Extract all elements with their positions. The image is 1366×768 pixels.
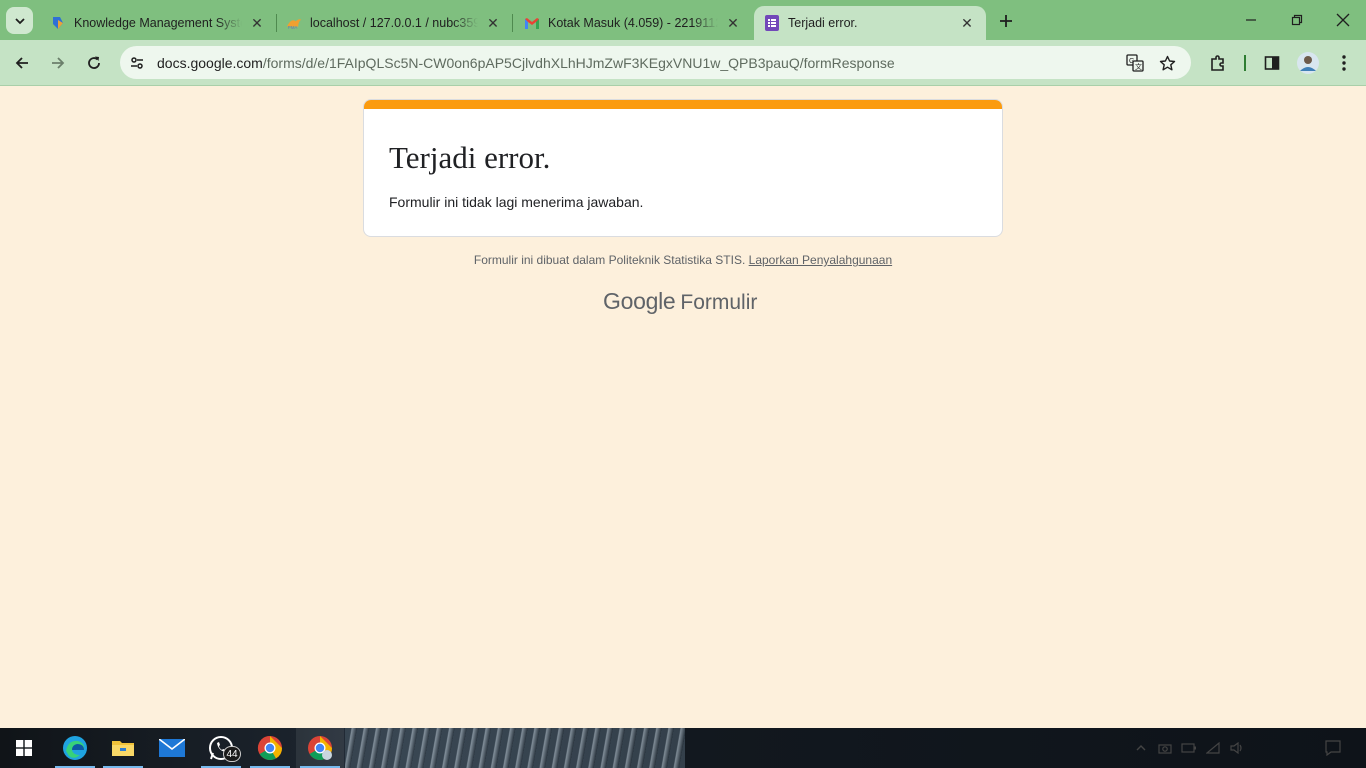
start-button[interactable] (0, 728, 48, 768)
form-footer-note: Formulir ini dibuat dalam Politeknik Sta… (0, 253, 1366, 267)
taskbar-wallpaper (345, 728, 685, 768)
minimize-button[interactable] (1228, 0, 1274, 40)
close-icon[interactable]: ✕ (484, 14, 502, 32)
restore-button[interactable] (1274, 0, 1320, 40)
puzzle-icon (1211, 55, 1224, 71)
forms-wordmark: Formulir (680, 291, 758, 314)
phpmyadmin-favicon: PMA (286, 15, 302, 31)
forward-button[interactable] (44, 49, 72, 77)
notification-center-button[interactable] (1325, 740, 1341, 756)
chevron-down-icon (14, 17, 25, 24)
notification-icon (1325, 740, 1341, 756)
back-button[interactable] (8, 49, 36, 77)
svg-text:PMA: PMA (288, 25, 298, 30)
chrome-icon (308, 736, 332, 761)
taskbar-chrome-profile[interactable] (296, 728, 344, 768)
reload-button[interactable] (80, 49, 108, 77)
tab-knowledge-management[interactable]: Knowledge Management System ✕ (40, 6, 277, 40)
restore-icon (1291, 14, 1303, 26)
chrome-icon (257, 736, 282, 761)
address-bar[interactable]: docs.google.com/forms/d/e/1FAIpQLSc5N-CW… (120, 46, 1191, 79)
google-wordmark: Google (603, 288, 676, 314)
google-forms-favicon (764, 15, 780, 31)
taskbar-chrome[interactable] (246, 728, 294, 768)
error-message: Formulir ini tidak lagi menerima jawaban… (389, 194, 644, 210)
taskbar-mail[interactable] (148, 728, 196, 768)
error-card: Terjadi error. Formulir ini tidak lagi m… (363, 99, 1003, 237)
minimize-icon (1246, 19, 1256, 21)
card-accent-bar (364, 100, 1002, 109)
camera-icon (1158, 744, 1172, 754)
tab-terjadi-error[interactable]: Terjadi error. ✕ (754, 6, 986, 40)
reload-icon (88, 56, 100, 69)
close-icon[interactable]: ✕ (958, 14, 976, 32)
extensions-button[interactable] (1204, 49, 1232, 77)
tray-volume[interactable] (1229, 740, 1245, 756)
more-vertical-icon (1342, 55, 1346, 71)
plus-icon (1000, 15, 1012, 27)
tab-search-button[interactable] (6, 7, 33, 34)
tab-title: Kotak Masuk (4.059) - 221911234 (548, 16, 718, 30)
wifi-icon (1206, 742, 1220, 754)
new-tab-button[interactable] (994, 10, 1018, 32)
toolbar-divider (1244, 55, 1246, 71)
close-icon[interactable]: ✕ (724, 14, 742, 32)
taskbar-file-explorer[interactable] (99, 728, 147, 768)
tray-battery[interactable] (1181, 740, 1197, 756)
close-icon[interactable]: ✕ (248, 14, 266, 32)
battery-icon (1181, 743, 1196, 753)
tray-network[interactable] (1205, 740, 1221, 756)
windows-logo-icon (16, 740, 32, 756)
side-panel-button[interactable] (1258, 49, 1286, 77)
tray-overflow-button[interactable] (1133, 740, 1149, 756)
avatar-icon (1297, 52, 1319, 74)
url-path: /forms/d/e/1FAIpQLSc5N-CW0on6pAP5CjlvdhX… (262, 54, 895, 71)
profile-avatar[interactable] (1294, 49, 1322, 77)
tray-camera[interactable] (1157, 740, 1173, 756)
notification-badge: 44 (223, 746, 241, 762)
mail-icon (159, 739, 185, 757)
star-icon (1159, 55, 1175, 70)
browser-toolbar: docs.google.com/forms/d/e/1FAIpQLSc5N-CW… (0, 40, 1366, 86)
tab-title: Terjadi error. (788, 16, 858, 30)
tab-title: localhost / 127.0.0.1 / nubc3594 (310, 16, 478, 30)
side-panel-icon (1264, 56, 1280, 70)
chevron-up-icon (1136, 745, 1146, 751)
tab-separator (512, 14, 513, 32)
url-host: docs.google.com (157, 54, 263, 71)
tab-phpmyadmin[interactable]: PMA localhost / 127.0.0.1 / nubc3594 ✕ (276, 6, 513, 40)
folder-icon (112, 741, 134, 756)
windows-taskbar: 44 (0, 728, 1366, 768)
report-abuse-link[interactable]: Laporkan Penyalahgunaan (749, 253, 892, 267)
footer-text: Formulir ini dibuat dalam Politeknik Sta… (473, 253, 749, 267)
page-title: Terjadi error. (389, 140, 551, 175)
taskbar-whatsapp[interactable]: 44 (197, 728, 245, 768)
speaker-icon (1230, 742, 1242, 754)
tune-icon (131, 56, 143, 69)
arrow-right-icon (52, 57, 65, 69)
taskbar-edge[interactable] (51, 728, 99, 768)
svg-text:文: 文 (1135, 62, 1142, 71)
close-icon (1336, 13, 1350, 27)
tab-gmail[interactable]: Kotak Masuk (4.059) - 221911234 ✕ (514, 6, 752, 40)
close-window-button[interactable] (1320, 0, 1366, 40)
site-info-button[interactable] (124, 50, 150, 76)
tab-strip: Knowledge Management System ✕ PMA localh… (0, 0, 1366, 40)
google-forms-logo[interactable]: Google Formulir (603, 288, 757, 316)
gmail-favicon (524, 15, 540, 31)
tab-title: Knowledge Management System (74, 16, 242, 30)
translate-icon: G文 (1126, 54, 1144, 72)
browser-menu-button[interactable] (1330, 49, 1358, 77)
edge-icon (63, 736, 87, 760)
arrow-left-icon (15, 57, 28, 69)
url-text[interactable]: docs.google.com/forms/d/e/1FAIpQLSc5N-CW… (157, 55, 895, 71)
kms-favicon (50, 15, 66, 31)
bookmark-button[interactable] (1154, 50, 1180, 76)
translate-button[interactable]: G文 (1122, 50, 1148, 76)
